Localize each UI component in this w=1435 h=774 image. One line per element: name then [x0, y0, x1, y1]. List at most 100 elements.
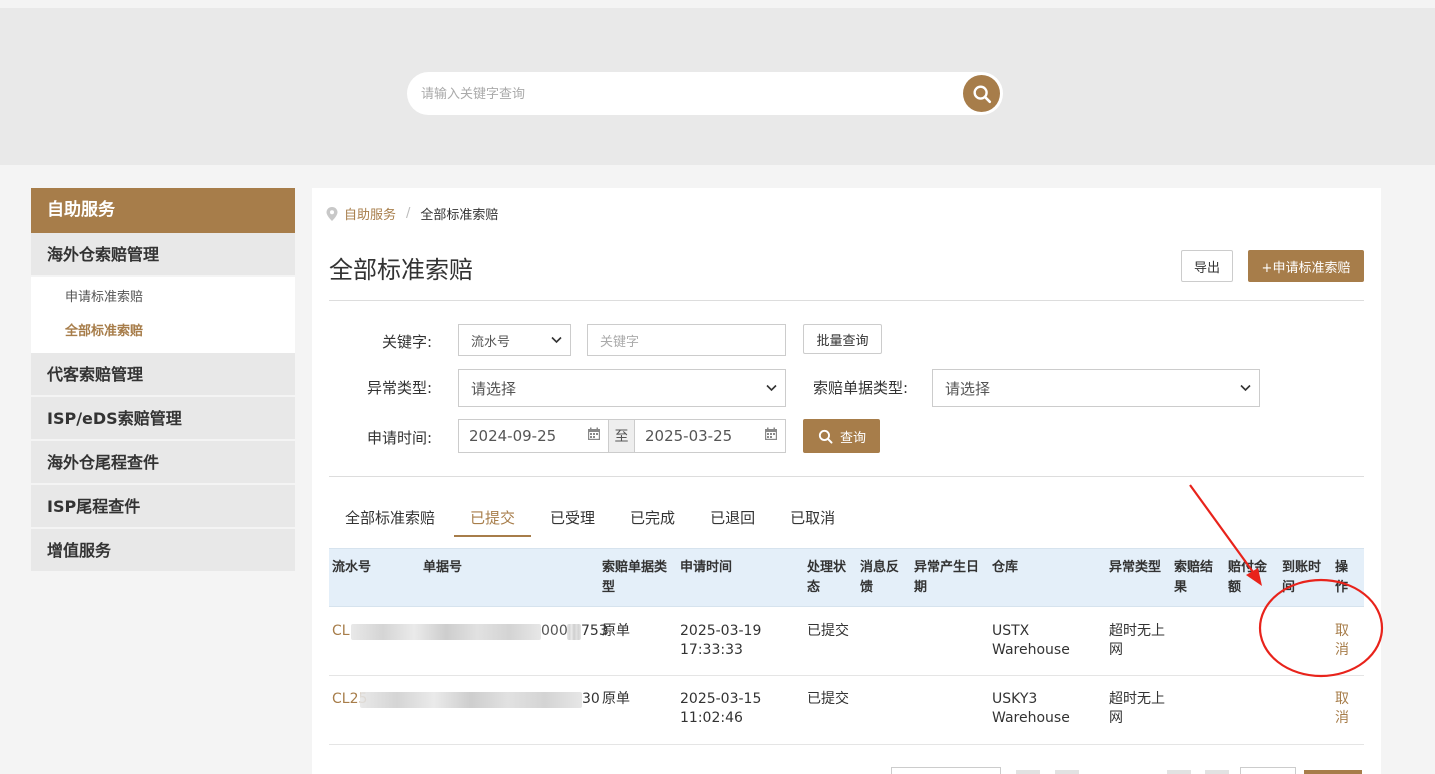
query-button-label: 查询 [839, 430, 866, 446]
tab-submitted[interactable]: 已提交 [454, 500, 532, 537]
col-exception-date: 异常产生日期 [914, 560, 980, 595]
col-feedback: 消息反馈 [860, 560, 900, 595]
redacted-text [351, 624, 541, 640]
exception-type-value: 请选择 [471, 379, 517, 398]
last-page-button[interactable] [1205, 770, 1229, 774]
breadcrumb: 自助服务 / 全部标准索赔 [326, 204, 498, 223]
breadcrumb-separator: / [406, 206, 411, 221]
search-input[interactable] [421, 82, 941, 106]
batch-query-button[interactable]: 批量查询 [803, 324, 882, 354]
top-banner [0, 8, 1435, 165]
date-from-value: 2024-09-25 [469, 427, 557, 445]
chevron-down-icon [766, 382, 777, 395]
sidebar-item-overseas-claims[interactable]: 海外仓索赔管理 [31, 233, 295, 277]
apply-date: 2025-03-15 [680, 691, 762, 707]
breadcrumb-parent[interactable]: 自助服务 [344, 204, 396, 223]
sidebar-item-isp-eds-claims[interactable]: ISP/eDS索赔管理 [31, 397, 295, 441]
tab-cancelled[interactable]: 已取消 [774, 500, 851, 537]
doc-type-label: 索赔单据类型: [812, 379, 908, 397]
col-amount: 赔付金额 [1228, 560, 1268, 595]
serial-no-link[interactable]: CL [332, 622, 350, 641]
exception-type: 超时无上网 [1109, 691, 1165, 726]
sidebar-item-value-added[interactable]: 增值服务 [31, 529, 295, 573]
search-button[interactable] [963, 75, 1000, 112]
next-page-button[interactable] [1167, 770, 1191, 774]
redacted-text [567, 624, 581, 640]
divider [329, 476, 1364, 477]
col-serial-no: 流水号 [332, 560, 372, 575]
tab-accepted[interactable]: 已受理 [534, 500, 611, 537]
prev-page-button[interactable] [1055, 770, 1079, 774]
main-panel: 自助服务 / 全部标准索赔 全部标准索赔 导出 +申请标准索赔 关键字: 流水号… [312, 188, 1381, 774]
first-page-button[interactable] [1016, 770, 1040, 774]
exception-type: 超时无上网 [1109, 623, 1165, 658]
search-icon [972, 84, 991, 103]
keyword-type-select[interactable]: 流水号 [458, 324, 571, 356]
sidebar-subitem-all-claims[interactable]: 全部标准索赔 [31, 315, 295, 349]
doc-type-value: 请选择 [945, 379, 991, 398]
table-row: CL 000 753 原单 2025-03-19 17:33:33 已提交 US… [329, 607, 1364, 676]
status: 已提交 [807, 691, 849, 707]
search-box [407, 72, 1003, 115]
cancel-link[interactable]: 取消 [1335, 622, 1351, 660]
tab-returned[interactable]: 已退回 [694, 500, 771, 537]
export-button[interactable]: 导出 [1181, 250, 1233, 282]
date-separator: 至 [609, 419, 634, 453]
sidebar-subitem-apply-claim[interactable]: 申请标准索赔 [31, 281, 295, 315]
col-arrival-time: 到账时间 [1282, 560, 1322, 595]
cancel-link[interactable]: 取消 [1335, 690, 1351, 728]
date-from-input[interactable]: 2024-09-25 [458, 419, 609, 453]
doc-no-partial: 000 [541, 623, 568, 639]
redacted-text [360, 692, 582, 708]
apply-date: 2025-03-19 [680, 623, 762, 639]
page-size-select[interactable] [891, 767, 1001, 774]
date-to-value: 2025-03-25 [645, 427, 733, 445]
keyword-label: 关键字: [381, 333, 432, 351]
doc-type: 原单 [602, 691, 630, 707]
calendar-icon[interactable] [764, 427, 778, 445]
sidebar-item-isp-tracking[interactable]: ISP尾程查件 [31, 485, 295, 529]
exception-type-select[interactable]: 请选择 [458, 369, 786, 407]
exception-type-label: 异常类型: [366, 379, 432, 397]
search-icon [818, 429, 833, 444]
table-header: 流水号 单据号 索赔单据类型 申请时间 处理状态 消息反馈 异常产生日期 仓库 … [329, 548, 1364, 607]
chevron-down-icon [1240, 382, 1251, 395]
go-button[interactable] [1304, 770, 1362, 774]
apply-clock: 17:33:33 [680, 642, 743, 658]
sidebar-title: 自助服务 [31, 188, 295, 233]
sidebar-submenu: 申请标准索赔 全部标准索赔 [31, 277, 295, 353]
keyword-type-value: 流水号 [471, 334, 511, 350]
sidebar-item-overseas-tracking[interactable]: 海外仓尾程查件 [31, 441, 295, 485]
apply-claim-button[interactable]: +申请标准索赔 [1248, 250, 1364, 282]
apply-clock: 11:02:46 [680, 710, 743, 726]
tab-all[interactable]: 全部标准索赔 [329, 500, 451, 537]
keyword-input[interactable]: 关键字 [587, 324, 786, 356]
warehouse: USTX Warehouse [992, 623, 1070, 658]
calendar-icon[interactable] [587, 427, 601, 445]
col-exception-type: 异常类型 [1109, 560, 1162, 575]
date-to-input[interactable]: 2025-03-25 [634, 419, 786, 453]
status-tabs: 全部标准索赔 已提交 已受理 已完成 已退回 已取消 [329, 500, 854, 537]
date-label: 申请时间: [366, 429, 432, 447]
chevron-down-icon [551, 334, 562, 347]
warehouse: USKY3 Warehouse [992, 691, 1070, 726]
table-row: CL25 30 原单 2025-03-15 11:02:46 已提交 USKY3… [329, 676, 1364, 745]
col-action: 操作 [1335, 560, 1349, 595]
status: 已提交 [807, 623, 849, 639]
col-warehouse: 仓库 [992, 560, 1019, 575]
location-pin-icon [326, 206, 338, 221]
page-title: 全部标准索赔 [329, 256, 473, 284]
divider [329, 300, 1364, 301]
page-jump-input[interactable] [1240, 767, 1296, 774]
doc-no-end: 30 [582, 691, 600, 707]
query-button[interactable]: 查询 [803, 419, 880, 453]
col-status: 处理状态 [807, 560, 847, 595]
col-doc-type: 索赔单据类型 [602, 560, 668, 595]
doc-type-select[interactable]: 请选择 [932, 369, 1260, 407]
col-claim-result: 索赔结果 [1174, 560, 1214, 595]
doc-type: 原单 [602, 623, 630, 639]
breadcrumb-current: 全部标准索赔 [420, 208, 499, 223]
tab-completed[interactable]: 已完成 [614, 500, 691, 537]
col-apply-time: 申请时间 [680, 560, 733, 575]
sidebar-item-proxy-claims[interactable]: 代客索赔管理 [31, 353, 295, 397]
